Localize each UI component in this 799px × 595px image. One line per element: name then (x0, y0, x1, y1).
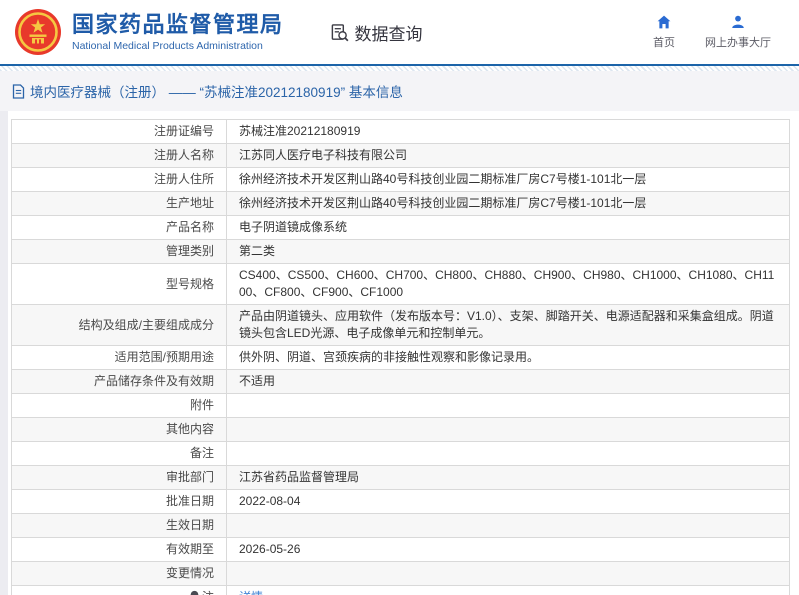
row-label: 注册人名称 (11, 143, 227, 168)
table-row: 备注 (11, 441, 790, 466)
row-label: 附件 (11, 393, 227, 418)
note-icon (189, 590, 200, 595)
row-label: 其他内容 (11, 417, 227, 442)
table-row: 结构及组成/主要组成成分 产品由阴道镜头、应用软件（发布版本号：V1.0）、支架、… (11, 304, 790, 346)
row-label: 变更情况 (11, 561, 227, 586)
row-value: 供外阴、阴道、宫颈疾病的非接触性观察和影像记录用。 (226, 345, 790, 370)
row-label: 生产地址 (11, 191, 227, 216)
row-value: 第二类 (226, 239, 790, 264)
table-row: 有效期至 2026-05-26 (11, 537, 790, 562)
row-value: 不适用 (226, 369, 790, 394)
header: 国家药品监督管理局 National Medical Products Admi… (0, 0, 799, 64)
row-label: 产品储存条件及有效期 (11, 369, 227, 394)
row-value (226, 393, 790, 418)
row-label: 管理类别 (11, 239, 227, 264)
row-label: 型号规格 (11, 263, 227, 305)
table-row: 生产地址 徐州经济技术开发区荆山路40号科技创业园二期标准厂房C7号楼1-101北… (11, 191, 790, 216)
row-value: 徐州经济技术开发区荆山路40号科技创业园二期标准厂房C7号楼1-101北一层 (226, 167, 790, 192)
document-icon (12, 83, 25, 99)
row-value (226, 417, 790, 442)
data-query-label: 数据查询 (354, 24, 423, 44)
row-label: 生效日期 (11, 513, 227, 538)
nav-home-label: 首页 (653, 37, 675, 49)
brand-text: 国家药品监督管理局 National Medical Products Admi… (72, 12, 284, 52)
page: 国家药品监督管理局 National Medical Products Admi… (0, 0, 799, 595)
user-icon (732, 15, 744, 28)
row-label: 结构及组成/主要组成成分 (11, 304, 227, 346)
row-value: 苏械注准20212180919 (226, 119, 790, 144)
table-row: 审批部门 江苏省药品监督管理局 (11, 465, 790, 490)
row-value: 江苏同人医疗电子科技有限公司 (226, 143, 790, 168)
row-value: 江苏省药品监督管理局 (226, 465, 790, 490)
home-icon (657, 15, 671, 29)
registration-info-table: 注册证编号 苏械注准20212180919 注册人名称 江苏同人医疗电子科技有限公司注… (11, 119, 790, 595)
data-query-icon (331, 23, 348, 41)
table-row: 变更情况 (11, 561, 790, 586)
row-label: 适用范围/预期用途 (11, 345, 227, 370)
breadcrumb-band: 境内医疗器械（注册） —— “苏械注准20212180919” 基本信息 (0, 71, 799, 111)
row-value: 详情 (226, 585, 790, 595)
org-name-en: National Medical Products Administration (72, 40, 263, 52)
row-value: 产品由阴道镜头、应用软件（发布版本号：V1.0）、支架、脚踏开关、电源适配器和采… (226, 304, 790, 346)
row-label: 批准日期 (11, 489, 227, 514)
row-value (226, 561, 790, 586)
row-value: 电子阴道镜成像系统 (226, 215, 790, 240)
table-row: 批准日期 2022-08-04 (11, 489, 790, 514)
table-row: 产品名称 电子阴道镜成像系统 (11, 215, 790, 240)
data-query-section: 数据查询 (330, 20, 423, 45)
breadcrumb: 境内医疗器械（注册） —— “苏械注准20212180919” 基本信息 (12, 81, 403, 101)
nav-service-hall[interactable]: 网上办事大厅 (705, 14, 771, 50)
row-label: 有效期至 (11, 537, 227, 562)
row-value (226, 441, 790, 466)
table-row: 产品储存条件及有效期 不适用 (11, 369, 790, 394)
table-row: 生效日期 (11, 513, 790, 538)
nav-home[interactable]: 首页 (653, 14, 675, 50)
row-value: CS400、CS500、CH600、CH700、CH800、CH880、CH90… (226, 263, 790, 305)
brand: 国家药品监督管理局 National Medical Products Admi… (14, 8, 284, 56)
table-row: 型号规格 CS400、CS500、CH600、CH700、CH800、CH880、… (11, 263, 790, 305)
table-row: 其他内容 (11, 417, 790, 442)
table-row: 注册证编号 苏械注准20212180919 (11, 119, 790, 144)
page-edge-strip (0, 111, 8, 595)
table-row: 管理类别 第二类 (11, 239, 790, 264)
row-label: 产品名称 (11, 215, 227, 240)
details-link[interactable]: 详情 (239, 590, 263, 595)
row-value: 徐州经济技术开发区荆山路40号科技创业园二期标准厂房C7号楼1-101北一层 (226, 191, 790, 216)
info-table-body: 注册证编号 苏械注准20212180919 注册人名称 江苏同人医疗电子科技有限公司注… (11, 119, 790, 595)
table-row: 适用范围/预期用途 供外阴、阴道、宫颈疾病的非接触性观察和影像记录用。 (11, 345, 790, 370)
row-label: 注 (11, 585, 227, 595)
table-row: 注册人住所 徐州经济技术开发区荆山路40号科技创业园二期标准厂房C7号楼1-101… (11, 167, 790, 192)
row-value: 2026-05-26 (226, 537, 790, 562)
breadcrumb-text: 境内医疗器械（注册） —— “苏械注准20212180919” 基本信息 (30, 85, 403, 100)
top-nav: 首页 网上办事大厅 (653, 14, 771, 50)
table-row: 注详情 (11, 585, 790, 595)
row-label: 备注 (11, 441, 227, 466)
table-row: 注册人名称 江苏同人医疗电子科技有限公司 (11, 143, 790, 168)
row-value (226, 513, 790, 538)
nav-service-hall-label: 网上办事大厅 (705, 37, 771, 49)
row-label: 注册证编号 (11, 119, 227, 144)
row-value: 2022-08-04 (226, 489, 790, 514)
row-label: 审批部门 (11, 465, 227, 490)
table-row: 附件 (11, 393, 790, 418)
national-emblem-icon (15, 9, 61, 55)
row-label: 注册人住所 (11, 167, 227, 192)
org-name-cn: 国家药品监督管理局 (72, 12, 284, 37)
